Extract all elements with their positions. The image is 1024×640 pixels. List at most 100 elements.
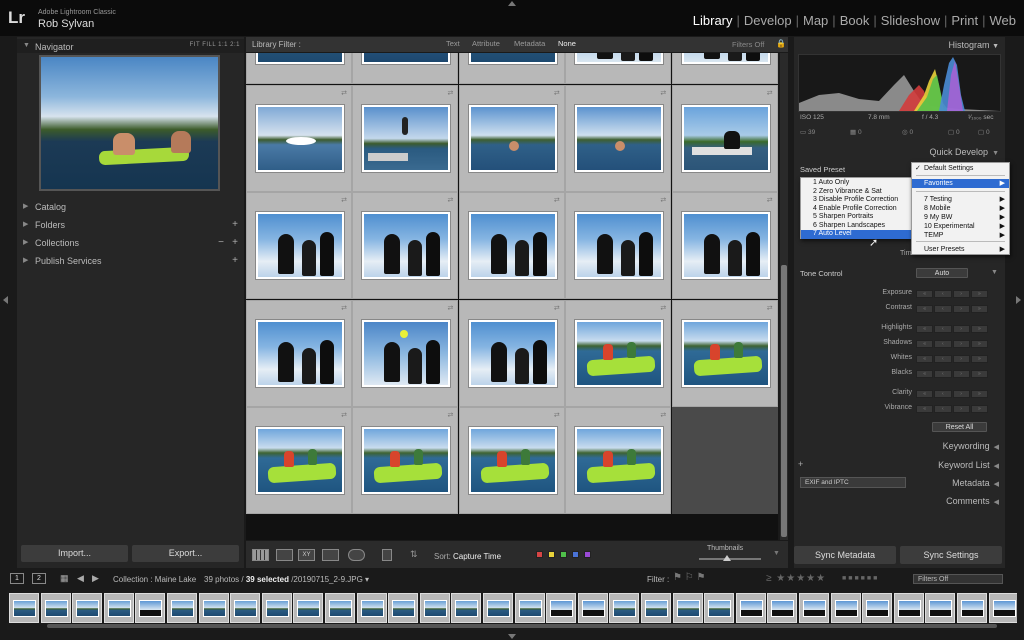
survey-view-icon[interactable]	[322, 549, 339, 561]
filmstrip-thumbnail[interactable]	[866, 600, 890, 617]
filmstrip-cell[interactable]	[103, 593, 134, 623]
forward-arrow-icon[interactable]: ▶	[92, 573, 99, 584]
filmstrip-thumbnail[interactable]	[139, 600, 163, 617]
filmstrip-thumbnail[interactable]	[329, 600, 352, 617]
photo-thumbnail[interactable]	[681, 104, 770, 172]
sync-badge-icon[interactable]: ⇄	[341, 89, 347, 97]
filmstrip-cell[interactable]	[546, 593, 577, 623]
sync-badge-icon[interactable]: ⇄	[767, 89, 773, 97]
export-button[interactable]: Export...	[132, 545, 239, 562]
filmstrip-thumbnail[interactable]	[739, 600, 763, 617]
flag-filter-icons[interactable]: ⚑ ⚐ ⚑	[673, 572, 705, 583]
filmstrip-cell[interactable]	[293, 593, 324, 623]
filmstrip-thumbnail[interactable]	[834, 600, 858, 617]
grid-cell[interactable]: ⇄	[246, 192, 352, 299]
grid-cell[interactable]: ⇄	[352, 192, 459, 299]
photo-thumbnail[interactable]	[575, 427, 664, 494]
photo-thumbnail[interactable]	[362, 53, 451, 64]
grid-cell[interactable]	[671, 407, 778, 514]
filmstrip-cell[interactable]	[957, 593, 987, 623]
sync-badge-icon[interactable]: ⇄	[554, 89, 560, 97]
navigator-header[interactable]: ▼ Navigator FIT FILL 1:1 2:1	[17, 39, 244, 53]
preset-folder-item[interactable]: 8 Mobile ▶	[912, 204, 1009, 213]
tone-step-button[interactable]: «	[916, 340, 934, 348]
color-label-chip[interactable]	[548, 551, 555, 558]
collapse-right-panel-icon[interactable]	[1016, 296, 1021, 304]
filmstrip-cell[interactable]	[925, 593, 956, 623]
preset-menu-item[interactable]: 6 Sharpen Landscapes	[801, 222, 911, 231]
metadata-preset-select[interactable]: EXIF and IPTC	[800, 477, 906, 488]
filmstrip-thumbnail[interactable]	[13, 600, 36, 617]
photo-thumbnail[interactable]	[362, 319, 451, 387]
section-collections[interactable]: ▶ Collections + −	[17, 235, 244, 251]
sync-badge-icon[interactable]: ⇄	[448, 89, 454, 97]
photo-thumbnail[interactable]	[468, 212, 557, 279]
filmstrip-cell[interactable]	[356, 593, 387, 623]
preset-menu-item[interactable]: 7 Auto Level	[801, 230, 911, 239]
metadata-header[interactable]: Metadata ◀	[952, 478, 999, 488]
filmstrip-thumbnail[interactable]	[771, 600, 795, 617]
filmstrip-thumbnail[interactable]	[297, 600, 321, 617]
grid-cell[interactable]: ⇄	[246, 299, 352, 407]
color-label-chip[interactable]	[536, 551, 543, 558]
sync-badge-icon[interactable]: ⇄	[448, 196, 454, 204]
photo-count[interactable]: 39 photos / 39 selected /20190715_2-9.JP…	[204, 575, 369, 584]
filmstrip-cell[interactable]	[862, 593, 893, 623]
grid-cell[interactable]: ⇄	[565, 299, 672, 407]
tone-step-button[interactable]: »	[970, 355, 988, 363]
photo-thumbnail[interactable]	[681, 53, 770, 64]
module-web[interactable]: Web	[988, 13, 1019, 28]
tone-step-button[interactable]: «	[916, 355, 934, 363]
histogram-title[interactable]: Histogram ▼	[949, 40, 999, 50]
grid-cell[interactable]: ⇄	[352, 299, 459, 407]
grid-cell[interactable]: ⇄	[671, 53, 778, 84]
filmstrip-thumbnail[interactable]	[76, 600, 100, 617]
color-label-chip[interactable]	[572, 551, 579, 558]
filmstrip-cell[interactable]	[830, 593, 861, 623]
module-library[interactable]: Library	[691, 13, 735, 28]
filmstrip-thumbnail[interactable]	[645, 600, 668, 617]
photo-thumbnail[interactable]	[681, 319, 770, 387]
filter-option-text[interactable]: Text	[446, 39, 460, 48]
filmstrip-thumbnail[interactable]	[44, 600, 68, 617]
filmstrip-cell[interactable]	[40, 593, 71, 623]
filmstrip-thumbnail[interactable]	[961, 600, 984, 617]
toolbar-menu-icon[interactable]: ▼	[773, 550, 780, 557]
grid-scrollbar-thumb[interactable]	[781, 265, 787, 537]
filmstrip-cell[interactable]	[9, 593, 39, 623]
sync-badge-icon[interactable]: ⇄	[554, 304, 560, 312]
filmstrip-cell[interactable]	[167, 593, 197, 623]
tone-step-button[interactable]: »	[970, 340, 988, 348]
tone-step-button[interactable]: ‹	[934, 305, 952, 313]
preset-folder-item[interactable]: TEMP ▶	[912, 231, 1009, 240]
filmstrip-cell[interactable]	[483, 593, 513, 623]
tone-step-button[interactable]: ›	[952, 290, 970, 298]
remove-icon[interactable]: −	[218, 237, 224, 248]
filmstrip-cell[interactable]	[325, 593, 355, 623]
filmstrip-thumbnail[interactable]	[107, 600, 131, 617]
navigator-preview[interactable]	[39, 55, 220, 191]
sync-badge-icon[interactable]: ⇄	[341, 196, 347, 204]
filmstrip-thumbnail[interactable]	[897, 600, 921, 617]
grid-cell[interactable]: ⇄	[352, 84, 459, 192]
filmstrip-thumbnail[interactable]	[550, 600, 574, 617]
photo-thumbnail[interactable]	[575, 53, 664, 64]
filmstrip-cell[interactable]	[135, 593, 166, 623]
tone-step-button[interactable]: ›	[952, 340, 970, 348]
preset-menu-item[interactable]: 5 Sharpen Portraits	[801, 213, 911, 222]
filmstrip-cell[interactable]	[419, 593, 450, 623]
filmstrip-cell[interactable]	[261, 593, 292, 623]
sync-badge-icon[interactable]: ⇄	[341, 304, 347, 312]
preset-menu-item[interactable]: 3 Disable Profile Correction	[801, 196, 911, 205]
add-icon[interactable]: +	[232, 255, 238, 266]
filmstrip-scrollbar[interactable]	[47, 624, 997, 628]
sync-badge-icon[interactable]: ⇄	[448, 304, 454, 312]
filmstrip-cell[interactable]	[641, 593, 671, 623]
grid-cell[interactable]: ⇄	[671, 299, 778, 407]
tone-step-button[interactable]: ›	[952, 390, 970, 398]
filmstrip-thumbnail[interactable]	[518, 600, 542, 617]
filmstrip-cell[interactable]	[609, 593, 640, 623]
tone-step-button[interactable]: «	[916, 370, 934, 378]
filmstrip-cell[interactable]	[767, 593, 798, 623]
filmstrip-cell[interactable]	[230, 593, 261, 623]
